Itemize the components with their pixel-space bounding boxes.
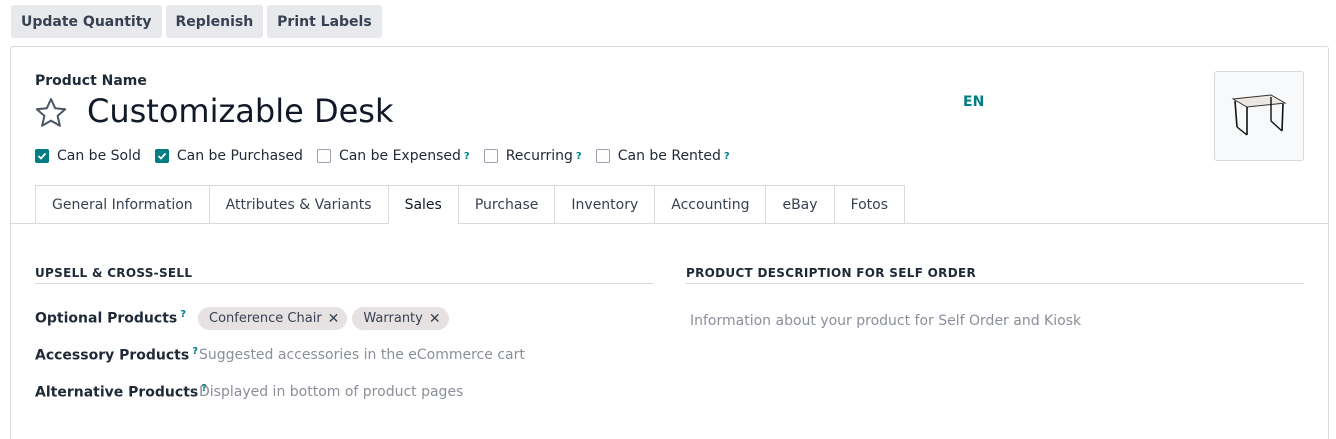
- help-tooltip-icon[interactable]: ?: [192, 346, 198, 357]
- tab-sales[interactable]: Sales: [387, 185, 458, 224]
- star-outline-icon[interactable]: [34, 96, 68, 130]
- product-name-label: Product Name: [35, 73, 147, 89]
- field-label-text: Optional Products: [35, 310, 178, 327]
- language-button[interactable]: EN: [963, 94, 984, 110]
- checkbox-unchecked-icon[interactable]: [483, 149, 498, 163]
- flag-label: Can be Expensed: [338, 148, 461, 164]
- product-image[interactable]: [1214, 71, 1304, 161]
- remove-tag-icon[interactable]: ✕: [429, 311, 441, 327]
- flag-recurring[interactable]: Recurring ?: [483, 148, 582, 164]
- tab-inventory[interactable]: Inventory: [554, 185, 655, 224]
- help-tooltip-icon[interactable]: ?: [464, 151, 470, 162]
- flag-can-be-sold[interactable]: Can be Sold: [35, 148, 141, 164]
- flag-can-be-expensed[interactable]: Can be Expensed ?: [316, 148, 470, 164]
- flag-label: Recurring: [505, 148, 573, 164]
- optional-products-label: Optional Products?: [35, 309, 186, 327]
- tab-accounting[interactable]: Accounting: [654, 185, 766, 224]
- checkbox-checked-icon[interactable]: [154, 149, 169, 163]
- replenish-button[interactable]: Replenish: [165, 5, 264, 38]
- accessory-products-label: Accessory Products?: [35, 346, 198, 364]
- section-divider: [686, 283, 1304, 284]
- flag-label: Can be Purchased: [176, 148, 303, 164]
- alternative-products-label: Alternative Products?: [35, 383, 207, 401]
- notebook-tabs: General Information Attributes & Variant…: [35, 185, 906, 224]
- tag-label: Warranty: [363, 311, 423, 326]
- accessory-products-input[interactable]: Suggested accessories in the eCommerce c…: [199, 347, 525, 363]
- tab-purchase[interactable]: Purchase: [457, 185, 555, 224]
- tag-label: Conference Chair: [209, 311, 322, 326]
- desk-image-icon: [1231, 94, 1287, 136]
- self-order-section-title: PRODUCT DESCRIPTION FOR SELF ORDER: [686, 266, 977, 280]
- tab-fotos[interactable]: Fotos: [833, 185, 906, 224]
- product-name-input[interactable]: Customizable Desk: [87, 92, 393, 130]
- update-quantity-button[interactable]: Update Quantity: [11, 5, 162, 38]
- tag-warranty: Warranty ✕: [352, 307, 449, 330]
- checkbox-checked-icon[interactable]: [35, 149, 49, 163]
- help-tooltip-icon[interactable]: ?: [724, 151, 730, 162]
- flag-can-be-rented[interactable]: Can be Rented ?: [595, 148, 730, 164]
- section-divider: [35, 283, 654, 284]
- optional-products-field[interactable]: Conference Chair ✕ Warranty ✕: [198, 307, 449, 330]
- product-flags: Can be Sold Can be Purchased Can be Expe…: [35, 148, 744, 164]
- alternative-products-input[interactable]: Displayed in bottom of product pages: [199, 384, 463, 400]
- self-order-description-input[interactable]: Information about your product for Self …: [690, 313, 1081, 329]
- print-labels-button[interactable]: Print Labels: [267, 5, 382, 38]
- tab-attributes-variants[interactable]: Attributes & Variants: [208, 185, 388, 224]
- action-bar: Update Quantity Replenish Print Labels: [11, 5, 382, 38]
- tab-general-information[interactable]: General Information: [35, 185, 209, 224]
- tag-conference-chair: Conference Chair ✕: [198, 307, 348, 330]
- help-tooltip-icon[interactable]: ?: [576, 151, 582, 162]
- remove-tag-icon[interactable]: ✕: [328, 311, 340, 327]
- checkbox-unchecked-icon[interactable]: [316, 149, 331, 163]
- checkbox-unchecked-icon[interactable]: [595, 149, 610, 163]
- tab-ebay[interactable]: eBay: [765, 185, 834, 224]
- upsell-section-title: UPSELL & CROSS-SELL: [35, 266, 193, 280]
- flag-can-be-purchased[interactable]: Can be Purchased: [154, 148, 303, 164]
- flag-label: Can be Rented: [617, 148, 721, 164]
- flag-label: Can be Sold: [57, 148, 141, 164]
- help-tooltip-icon[interactable]: ?: [180, 309, 186, 320]
- field-label-text: Accessory Products: [35, 347, 190, 364]
- field-label-text: Alternative Products: [35, 384, 199, 401]
